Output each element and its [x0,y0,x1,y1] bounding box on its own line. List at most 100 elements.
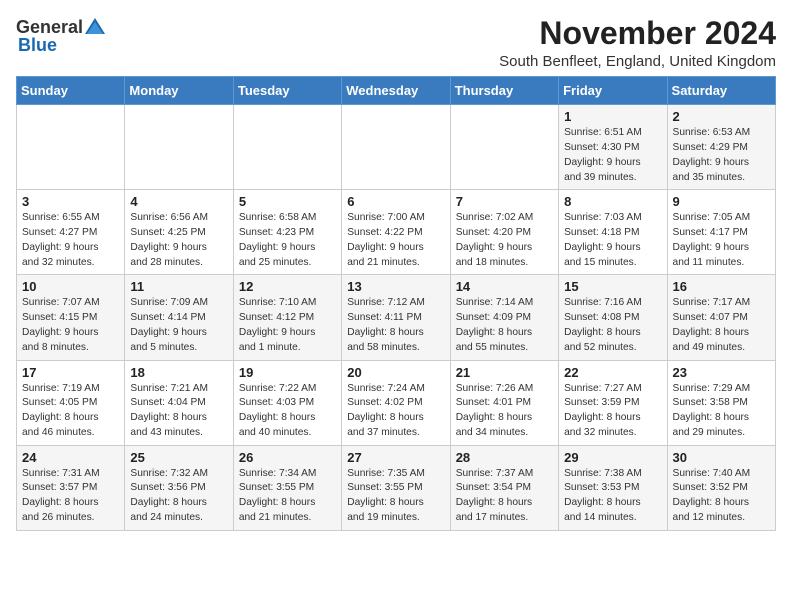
logo-icon [83,16,107,40]
calendar-cell: 15 Sunrise: 7:16 AM Sunset: 4:08 PM Dayli… [559,275,667,360]
day-number: 13 [347,279,444,294]
day-number: 18 [130,365,227,380]
day-number: 2 [673,109,770,124]
calendar-day-header: Thursday [450,77,558,105]
calendar-cell: 13 Sunrise: 7:12 AM Sunset: 4:11 PM Dayli… [342,275,450,360]
day-info: Sunrise: 7:24 AM Sunset: 4:02 PM Dayligh… [347,382,444,441]
month-title: November 2024 [499,16,776,51]
page-header: General Blue November 2024 South Benflee… [16,16,776,70]
calendar-day-header: Friday [559,77,667,105]
calendar-cell: 18 Sunrise: 7:21 AM Sunset: 4:04 PM Dayli… [125,360,233,445]
calendar-cell: 8 Sunrise: 7:03 AM Sunset: 4:18 PM Daylig… [559,190,667,275]
day-info: Sunrise: 6:53 AM Sunset: 4:29 PM Dayligh… [673,126,770,185]
day-info: Sunrise: 7:26 AM Sunset: 4:01 PM Dayligh… [456,382,553,441]
calendar-cell: 30 Sunrise: 7:40 AM Sunset: 3:52 PM Dayli… [667,445,775,530]
calendar-week-row: 17Sunrise: 7:19 AM Sunset: 4:05 PM Dayli… [17,360,776,445]
calendar-week-row: 24 Sunrise: 7:31 AM Sunset: 3:57 PM Dayli… [17,445,776,530]
day-info: Sunrise: 7:19 AM Sunset: 4:05 PM Dayligh… [22,382,119,441]
day-info: Sunrise: 7:00 AM Sunset: 4:22 PM Dayligh… [347,211,444,270]
location-title: South Benfleet, England, United Kingdom [499,53,776,70]
day-number: 11 [130,279,227,294]
calendar-week-row: 3 Sunrise: 6:55 AM Sunset: 4:27 PM Daylig… [17,190,776,275]
day-info: Sunrise: 7:38 AM Sunset: 3:53 PM Dayligh… [564,467,661,526]
day-info: Sunrise: 7:09 AM Sunset: 4:14 PM Dayligh… [130,296,227,355]
day-info: Sunrise: 7:07 AM Sunset: 4:15 PM Dayligh… [22,296,119,355]
day-info: Sunrise: 7:14 AM Sunset: 4:09 PM Dayligh… [456,296,553,355]
calendar-cell: 14 Sunrise: 7:14 AM Sunset: 4:09 PM Dayli… [450,275,558,360]
day-info: Sunrise: 7:32 AM Sunset: 3:56 PM Dayligh… [130,467,227,526]
calendar-cell: 7 Sunrise: 7:02 AM Sunset: 4:20 PM Daylig… [450,190,558,275]
calendar-day-header: Monday [125,77,233,105]
day-info: Sunrise: 7:16 AM Sunset: 4:08 PM Dayligh… [564,296,661,355]
day-number: 16 [673,279,770,294]
day-info: Sunrise: 7:03 AM Sunset: 4:18 PM Dayligh… [564,211,661,270]
calendar-cell: 29 Sunrise: 7:38 AM Sunset: 3:53 PM Dayli… [559,445,667,530]
calendar-cell: 21Sunrise: 7:26 AM Sunset: 4:01 PM Dayli… [450,360,558,445]
calendar-cell: 1Sunrise: 6:51 AM Sunset: 4:30 PM Daylig… [559,105,667,190]
day-info: Sunrise: 7:40 AM Sunset: 3:52 PM Dayligh… [673,467,770,526]
logo-blue-text: Blue [18,36,57,56]
day-info: Sunrise: 7:34 AM Sunset: 3:55 PM Dayligh… [239,467,336,526]
calendar-header-row: SundayMondayTuesdayWednesdayThursdayFrid… [17,77,776,105]
day-info: Sunrise: 7:31 AM Sunset: 3:57 PM Dayligh… [22,467,119,526]
day-number: 19 [239,365,336,380]
calendar-cell [17,105,125,190]
logo: General Blue [16,16,107,56]
day-number: 7 [456,194,553,209]
day-info: Sunrise: 7:27 AM Sunset: 3:59 PM Dayligh… [564,382,661,441]
day-number: 3 [22,194,119,209]
calendar-cell: 3 Sunrise: 6:55 AM Sunset: 4:27 PM Daylig… [17,190,125,275]
day-number: 5 [239,194,336,209]
calendar-cell: 6 Sunrise: 7:00 AM Sunset: 4:22 PM Daylig… [342,190,450,275]
day-info: Sunrise: 7:02 AM Sunset: 4:20 PM Dayligh… [456,211,553,270]
calendar-cell: 10Sunrise: 7:07 AM Sunset: 4:15 PM Dayli… [17,275,125,360]
day-number: 20 [347,365,444,380]
calendar-cell: 25 Sunrise: 7:32 AM Sunset: 3:56 PM Dayli… [125,445,233,530]
day-number: 6 [347,194,444,209]
day-number: 29 [564,450,661,465]
calendar-cell [233,105,341,190]
calendar-day-header: Tuesday [233,77,341,105]
day-info: Sunrise: 7:29 AM Sunset: 3:58 PM Dayligh… [673,382,770,441]
calendar-cell: 20 Sunrise: 7:24 AM Sunset: 4:02 PM Dayli… [342,360,450,445]
calendar-cell: 4 Sunrise: 6:56 AM Sunset: 4:25 PM Daylig… [125,190,233,275]
day-number: 14 [456,279,553,294]
calendar-cell: 5 Sunrise: 6:58 AM Sunset: 4:23 PM Daylig… [233,190,341,275]
calendar-cell: 26 Sunrise: 7:34 AM Sunset: 3:55 PM Dayli… [233,445,341,530]
calendar-cell: 9Sunrise: 7:05 AM Sunset: 4:17 PM Daylig… [667,190,775,275]
day-number: 26 [239,450,336,465]
calendar-cell [125,105,233,190]
day-number: 12 [239,279,336,294]
calendar-cell: 23 Sunrise: 7:29 AM Sunset: 3:58 PM Dayli… [667,360,775,445]
day-number: 30 [673,450,770,465]
calendar-cell: 17Sunrise: 7:19 AM Sunset: 4:05 PM Dayli… [17,360,125,445]
day-number: 9 [673,194,770,209]
day-number: 27 [347,450,444,465]
day-info: Sunrise: 7:12 AM Sunset: 4:11 PM Dayligh… [347,296,444,355]
calendar-cell: 28Sunrise: 7:37 AM Sunset: 3:54 PM Dayli… [450,445,558,530]
calendar-cell: 27Sunrise: 7:35 AM Sunset: 3:55 PM Dayli… [342,445,450,530]
calendar-day-header: Sunday [17,77,125,105]
calendar-cell: 24 Sunrise: 7:31 AM Sunset: 3:57 PM Dayli… [17,445,125,530]
calendar-cell: 2 Sunrise: 6:53 AM Sunset: 4:29 PM Daylig… [667,105,775,190]
calendar-week-row: 1Sunrise: 6:51 AM Sunset: 4:30 PM Daylig… [17,105,776,190]
day-info: Sunrise: 6:56 AM Sunset: 4:25 PM Dayligh… [130,211,227,270]
day-number: 25 [130,450,227,465]
day-info: Sunrise: 7:17 AM Sunset: 4:07 PM Dayligh… [673,296,770,355]
day-info: Sunrise: 7:21 AM Sunset: 4:04 PM Dayligh… [130,382,227,441]
title-block: November 2024 South Benfleet, England, U… [499,16,776,70]
calendar-cell [342,105,450,190]
day-number: 15 [564,279,661,294]
day-number: 1 [564,109,661,124]
calendar-table: SundayMondayTuesdayWednesdayThursdayFrid… [16,76,776,531]
day-number: 24 [22,450,119,465]
day-info: Sunrise: 6:58 AM Sunset: 4:23 PM Dayligh… [239,211,336,270]
day-number: 4 [130,194,227,209]
calendar-cell: 22 Sunrise: 7:27 AM Sunset: 3:59 PM Dayli… [559,360,667,445]
day-number: 8 [564,194,661,209]
calendar-day-header: Wednesday [342,77,450,105]
day-info: Sunrise: 7:37 AM Sunset: 3:54 PM Dayligh… [456,467,553,526]
day-info: Sunrise: 6:55 AM Sunset: 4:27 PM Dayligh… [22,211,119,270]
day-number: 23 [673,365,770,380]
day-number: 22 [564,365,661,380]
